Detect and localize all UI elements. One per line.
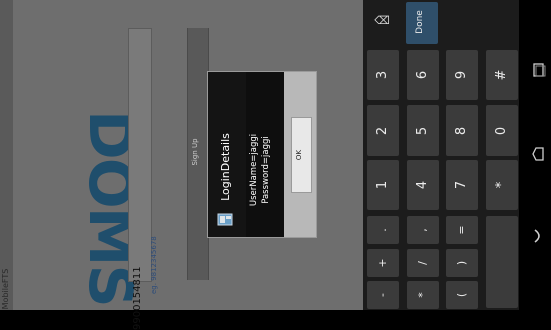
- key-label: 3: [375, 70, 390, 80]
- key-symbol-label: ,: [416, 228, 429, 232]
- backspace-icon[interactable]: ⌫: [366, 10, 398, 32]
- phone-input-hint: eg. 9812345678: [150, 236, 158, 294]
- done-key-label: Done: [415, 10, 425, 34]
- key-symbol-label: -: [376, 293, 389, 297]
- signup-button-label: Sign Up: [191, 138, 199, 166]
- key-label: 8: [454, 126, 469, 135]
- phone-input-value: 9900154811: [132, 266, 143, 330]
- key-label: 2: [375, 126, 390, 135]
- key-symbol-label: +: [376, 258, 389, 268]
- home-icon[interactable]: [531, 146, 547, 162]
- dialog-message-password: Password=jaggi: [261, 136, 271, 204]
- key-symbol-label: (: [455, 292, 468, 298]
- dialog-ok-label: OK: [295, 149, 303, 161]
- key-label: 7: [454, 180, 469, 190]
- back-icon[interactable]: [531, 228, 547, 244]
- key-label: 4: [415, 180, 430, 190]
- dialog-message-username: UserName=jaggi: [249, 133, 259, 207]
- key-symbol-label: ): [455, 260, 468, 266]
- key-label: #: [494, 69, 509, 81]
- key-symbol-label: *: [416, 292, 429, 298]
- recent-apps-icon[interactable]: [531, 62, 547, 78]
- key-symbol-label: =: [455, 225, 468, 235]
- key-symbol-label: .: [376, 228, 389, 232]
- key-label: 5: [415, 126, 430, 135]
- key-label: 1: [375, 180, 390, 190]
- key-space[interactable]: [486, 216, 518, 308]
- key-label: *: [494, 181, 509, 189]
- dialog-title: LoginDetails: [219, 133, 232, 201]
- key-label: 9: [454, 70, 469, 80]
- key-symbol-label: /: [416, 261, 429, 265]
- key-label: 0: [494, 126, 509, 135]
- app-name-label: MobileFTS: [1, 268, 10, 310]
- key-label: 6: [415, 70, 430, 80]
